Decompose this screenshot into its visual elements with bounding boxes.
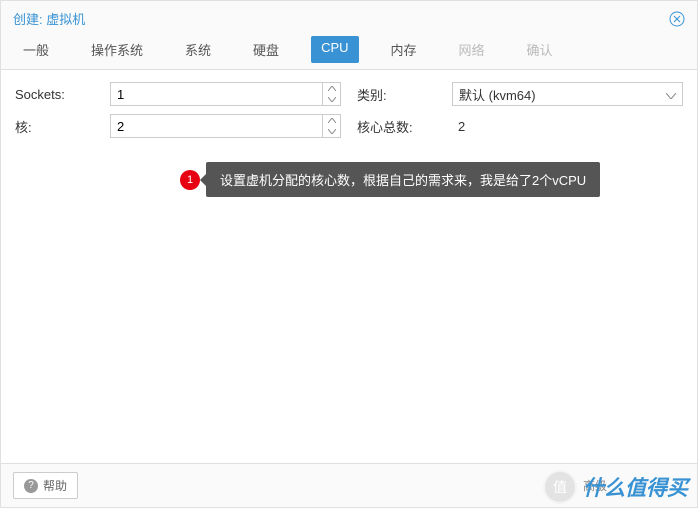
titlebar: 创建: 虚拟机 [1, 1, 697, 36]
cores-down-icon[interactable] [323, 126, 340, 137]
sockets-field[interactable] [111, 83, 322, 105]
type-value: 默认 (kvm64) [459, 85, 536, 104]
sockets-up-icon[interactable] [323, 83, 340, 94]
callout-text: 设置虚机分配的核心数，根据自己的需求来，我是给了2个vCPU [206, 162, 600, 197]
help-label: 帮助 [43, 477, 67, 494]
tab-disk[interactable]: 硬盘 [243, 36, 289, 63]
footer: ? 帮助 高级 下一步 [1, 463, 697, 507]
cores-field[interactable] [111, 115, 322, 137]
sockets-label: Sockets: [15, 87, 110, 102]
tab-memory[interactable]: 内存 [381, 36, 427, 63]
tab-os[interactable]: 操作系统 [81, 36, 153, 63]
sockets-input[interactable] [110, 82, 341, 106]
tab-cpu[interactable]: CPU [311, 36, 358, 63]
total-cores-label: 核心总数: [357, 117, 452, 136]
help-button[interactable]: ? 帮助 [13, 472, 78, 499]
chevron-down-icon [666, 87, 676, 102]
cores-input[interactable] [110, 114, 341, 138]
help-icon: ? [24, 479, 38, 493]
sockets-down-icon[interactable] [323, 94, 340, 105]
callout-badge: 1 [180, 170, 200, 190]
tab-confirm: 确认 [517, 36, 563, 63]
content: Sockets: 类别: 默认 (kvm64) 核: [1, 70, 697, 463]
tab-system[interactable]: 系统 [175, 36, 221, 63]
callout: 1 设置虚机分配的核心数，根据自己的需求来，我是给了2个vCPU [180, 162, 600, 197]
type-label: 类别: [357, 85, 452, 104]
dialog: 创建: 虚拟机 一般 操作系统 系统 硬盘 CPU 内存 网络 确认 Socke… [0, 0, 698, 508]
total-cores-value: 2 [452, 119, 683, 134]
tab-general[interactable]: 一般 [13, 36, 59, 63]
advanced-label[interactable]: 高级 [583, 477, 607, 494]
tab-network: 网络 [449, 36, 495, 63]
close-icon[interactable] [669, 11, 685, 27]
type-select[interactable]: 默认 (kvm64) [452, 82, 683, 106]
cores-up-icon[interactable] [323, 115, 340, 126]
tabs: 一般 操作系统 系统 硬盘 CPU 内存 网络 确认 [1, 36, 697, 70]
dialog-title: 创建: 虚拟机 [13, 9, 85, 28]
cores-label: 核: [15, 117, 110, 136]
